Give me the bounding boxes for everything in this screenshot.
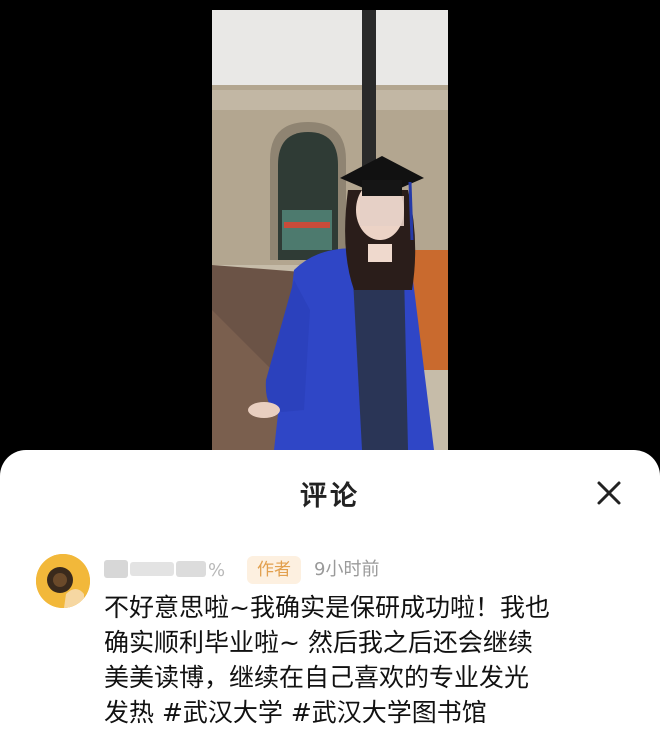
comment-line: 发热 #武汉大学 #武汉大学图书馆: [104, 698, 487, 727]
avatar-image: [36, 554, 90, 608]
username: %: [104, 556, 238, 582]
svg-text:%: %: [208, 560, 225, 581]
graduation-photo: [212, 10, 448, 450]
close-button[interactable]: [592, 476, 626, 510]
comment-line: 确实顺利毕业啦~ 然后我之后还会继续: [104, 628, 533, 657]
author-badge: 作者: [247, 556, 301, 584]
comment-line: 不好意思啦~我确实是保研成功啦！我也: [104, 593, 550, 622]
avatar[interactable]: [36, 554, 90, 608]
video-frame: [212, 10, 448, 450]
comment-text: 不好意思啦~我确实是保研成功啦！我也 确实顺利毕业啦~ 然后我之后还会继续 美美…: [104, 590, 634, 730]
video-player[interactable]: [0, 0, 660, 450]
close-icon: [597, 481, 621, 505]
comment-line: 美美读博，继续在自己喜欢的专业发光: [104, 663, 530, 692]
blurred-username: %: [104, 560, 225, 581]
comment-timestamp: 9小时前: [314, 559, 380, 580]
comments-title: 评论: [300, 481, 360, 512]
